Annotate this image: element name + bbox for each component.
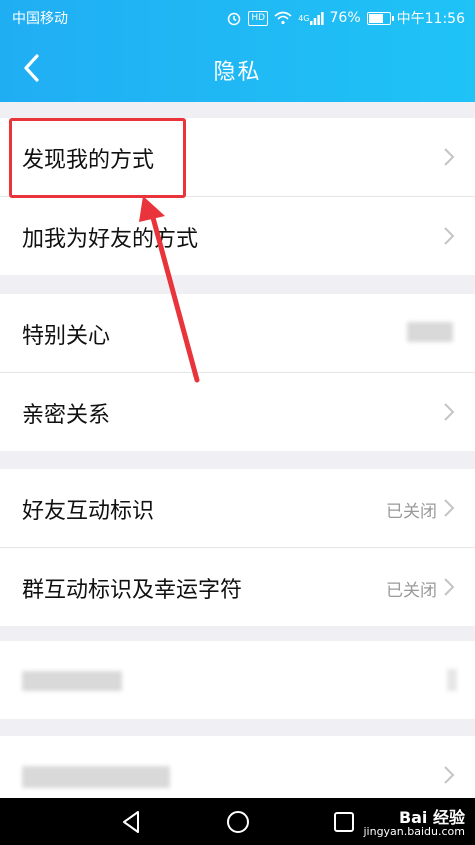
watermark: Bai 经验 jingyan.baidu.com — [363, 808, 465, 839]
blurred-label — [22, 766, 170, 788]
list-item-intimate-relation[interactable]: 亲密关系 — [0, 373, 475, 451]
battery-icon — [366, 11, 394, 25]
chevron-right-icon — [444, 227, 455, 245]
settings-group-blurred-1 — [0, 641, 475, 719]
navigation-bar: 隐私 — [0, 34, 475, 102]
chevron-right-icon — [444, 499, 455, 517]
clock: 中午11:56 — [396, 11, 465, 27]
list-item-friend-interaction-badge[interactable]: 好友互动标识 已关闭 — [0, 469, 475, 548]
list-item-group-interaction-badge[interactable]: 群互动标识及幸运字符 已关闭 — [0, 548, 475, 626]
list-item-label: 亲密关系 — [22, 403, 111, 428]
highlight-box — [9, 118, 186, 198]
blurred-label — [22, 671, 122, 691]
list-item-value: 已关闭 — [386, 581, 437, 601]
status-bar: 中国移动 HD 4G 76% 中午11:56 — [0, 0, 475, 34]
back-triangle-icon[interactable] — [118, 808, 146, 836]
home-circle-icon[interactable] — [224, 808, 252, 836]
list-item-blurred[interactable] — [0, 736, 475, 798]
chevron-right-icon — [444, 578, 455, 596]
app-header: 中国移动 HD 4G 76% 中午11:56 隐私 — [0, 0, 475, 102]
watermark-url: jingyan.baidu.com — [363, 825, 465, 838]
wifi-icon — [274, 11, 292, 25]
list-item-blurred[interactable] — [0, 641, 475, 719]
recents-square-icon[interactable] — [330, 808, 358, 836]
network-type: 4G — [298, 13, 310, 23]
battery-percent: 76% — [329, 10, 361, 26]
list-item-label: 加我为好友的方式 — [22, 227, 199, 252]
settings-group-relations: 特别关心 亲密关系 — [0, 294, 475, 451]
signal-icon: 4G — [298, 11, 324, 25]
chevron-right-icon — [444, 766, 455, 784]
alarm-icon — [226, 10, 242, 26]
page-title: 隐私 — [213, 60, 262, 85]
carrier-name: 中国移动 — [12, 11, 68, 27]
blurred-value — [447, 669, 457, 691]
blurred-value — [407, 322, 453, 342]
list-item-add-friend-method[interactable]: 加我为好友的方式 — [0, 197, 475, 275]
list-item-label: 特别关心 — [22, 324, 111, 349]
settings-group-interaction: 好友互动标识 已关闭 群互动标识及幸运字符 已关闭 — [0, 469, 475, 626]
list-item-label: 群互动标识及幸运字符 — [22, 578, 243, 603]
watermark-brand: Bai 经验 — [398, 808, 465, 827]
list-item-value: 已关闭 — [386, 502, 437, 522]
status-icons: HD 4G 76% 中午11:56 — [226, 8, 465, 28]
chevron-right-icon — [444, 403, 455, 421]
settings-group-blurred-2 — [0, 736, 475, 798]
list-item-label: 好友互动标识 — [22, 499, 155, 524]
system-nav-bar: Bai 经验 jingyan.baidu.com — [0, 798, 475, 845]
list-item-special-care[interactable]: 特别关心 — [0, 294, 475, 373]
hd-badge: HD — [248, 10, 269, 26]
chevron-right-icon — [444, 148, 455, 166]
